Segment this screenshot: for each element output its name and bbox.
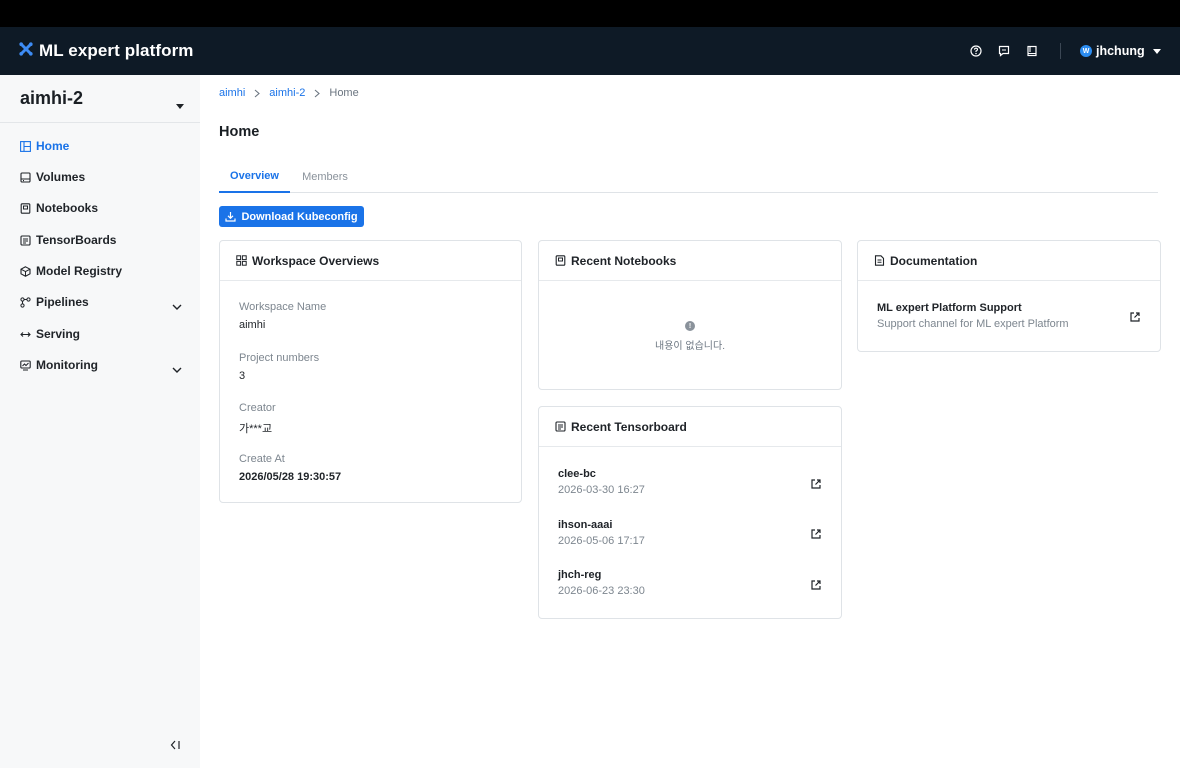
card-title: Workspace Overviews: [252, 253, 380, 268]
field-label: Project numbers: [239, 352, 320, 364]
info-icon: !: [685, 321, 695, 331]
sidebar-item-label: Model Registry: [36, 264, 123, 278]
sidebar-item-label: Monitoring: [36, 358, 98, 372]
tensorboard-date: 2026-06-23 23:30: [558, 585, 645, 597]
card-header: Recent Tensorboard: [539, 407, 841, 447]
field-value: 2026/05/28 19:30:57: [239, 471, 342, 483]
tensorboard-name[interactable]: jhch-reg: [558, 569, 601, 581]
tab-bar: Overview Members: [219, 160, 1158, 193]
tensorboard-name[interactable]: clee-bc: [558, 468, 596, 480]
field-label: Workspace Name: [239, 301, 327, 313]
card-header: Documentation: [858, 241, 1160, 281]
board-icon: [20, 234, 31, 246]
pipeline-icon: [20, 296, 31, 308]
card-title: Documentation: [890, 253, 978, 268]
sidebar-item-label: Notebooks: [36, 201, 99, 215]
caret-down-icon: [176, 96, 184, 114]
breadcrumb-item[interactable]: aimhi: [219, 87, 245, 99]
help-icon[interactable]: [967, 42, 985, 60]
field-value: aimhi: [239, 319, 266, 331]
layout-icon: [20, 140, 31, 152]
app-header: ML expert platform W jhchung: [0, 27, 1180, 75]
breadcrumb-current: Home: [329, 87, 359, 99]
disk-icon: [20, 171, 31, 183]
recent-notebooks-card: Recent Notebooks ! 내용이 없습니다.: [538, 240, 842, 390]
notebook-icon: [555, 255, 566, 266]
sidebar-item-volumes[interactable]: Volumes: [20, 167, 186, 187]
sidebar-item-label: Pipelines: [36, 295, 89, 309]
sidebar-item-label: TensorBoards: [36, 233, 117, 247]
sidebar-item-label: Volumes: [36, 170, 86, 184]
doc-link-title[interactable]: ML expert Platform Support: [877, 302, 1022, 314]
serving-icon: [20, 329, 31, 340]
sidebar-item-notebooks[interactable]: Notebooks: [20, 198, 186, 218]
chevron-down-icon: [172, 297, 182, 315]
download-icon: [225, 211, 237, 222]
avatar: W: [1080, 45, 1092, 57]
chevron-down-icon: [172, 360, 182, 378]
external-link-icon[interactable]: [1129, 310, 1141, 322]
chat-icon[interactable]: [995, 42, 1013, 60]
breadcrumb: aimhi aimhi-2 Home: [219, 87, 359, 99]
external-link-icon[interactable]: [810, 477, 822, 489]
tensorboard-date: 2026-05-06 17:17: [558, 535, 645, 547]
app-title: ML expert platform: [39, 41, 194, 60]
empty-state-text: 내용이 없습니다.: [655, 341, 725, 352]
document-icon: [874, 255, 885, 266]
recent-tensorboard-card: Recent Tensorboard clee-bc 2026-03-30 16…: [538, 406, 842, 619]
board-icon: [555, 421, 566, 432]
sidebar: aimhi-2 Home Volumes Notebooks TensorBoa…: [0, 75, 200, 768]
card-title: Recent Notebooks: [571, 253, 677, 268]
sidebar-item-label: Serving: [36, 327, 81, 341]
chevron-right-icon: [254, 89, 261, 98]
sidebar-item-home[interactable]: Home: [20, 136, 186, 156]
workspace-selector[interactable]: aimhi-2: [0, 75, 200, 123]
caret-down-icon: [1152, 48, 1161, 54]
book-icon[interactable]: [1023, 42, 1041, 60]
breadcrumb-item[interactable]: aimhi-2: [269, 87, 305, 99]
monitor-icon: [20, 359, 31, 371]
download-kubeconfig-button[interactable]: Download Kubeconfig: [219, 206, 364, 227]
user-menu[interactable]: W jhchung: [1080, 42, 1161, 60]
documentation-card: Documentation ML expert Platform Support…: [857, 240, 1161, 352]
sidebar-item-model-registry[interactable]: Model Registry: [20, 261, 186, 281]
tab-members[interactable]: Members: [290, 160, 360, 193]
field-value: 3: [239, 370, 246, 382]
workspace-overview-card: Workspace Overviews Workspace Name aimhi…: [219, 240, 522, 503]
grid-icon: [236, 255, 247, 266]
workspace-name: aimhi-2: [20, 88, 84, 108]
card-title: Recent Tensorboard: [571, 419, 687, 434]
field-value: 가***교: [239, 423, 273, 435]
sidebar-item-pipelines[interactable]: Pipelines: [20, 292, 186, 312]
external-link-icon[interactable]: [810, 527, 822, 539]
sidebar-item-label: Home: [36, 139, 70, 153]
card-header: Workspace Overviews: [220, 241, 521, 281]
download-label: Download Kubeconfig: [241, 210, 358, 223]
page-title: Home: [219, 124, 260, 140]
user-name: jhchung: [1096, 44, 1145, 58]
sidebar-item-monitoring[interactable]: Monitoring: [20, 355, 186, 375]
sidebar-item-tensorboards[interactable]: TensorBoards: [20, 230, 186, 250]
sidebar-item-serving[interactable]: Serving: [20, 324, 186, 344]
external-link-icon[interactable]: [810, 578, 822, 590]
chevron-right-icon: [314, 89, 321, 98]
tab-overview[interactable]: Overview: [219, 160, 290, 193]
field-label: Create At: [239, 453, 285, 465]
registry-icon: [20, 265, 31, 277]
collapse-sidebar-icon[interactable]: [169, 738, 183, 752]
field-label: Creator: [239, 402, 276, 414]
notebook-icon: [20, 202, 31, 214]
doc-link-description: Support channel for ML expert Platform: [877, 318, 1069, 330]
card-header: Recent Notebooks: [539, 241, 841, 281]
top-strip: [0, 0, 1180, 27]
tensorboard-name[interactable]: ihson-aaai: [558, 519, 612, 531]
tensorboard-date: 2026-03-30 16:27: [558, 484, 645, 496]
app-logo[interactable]: ML expert platform: [19, 41, 194, 61]
header-divider: [1060, 43, 1061, 59]
logo-icon: [19, 41, 33, 61]
